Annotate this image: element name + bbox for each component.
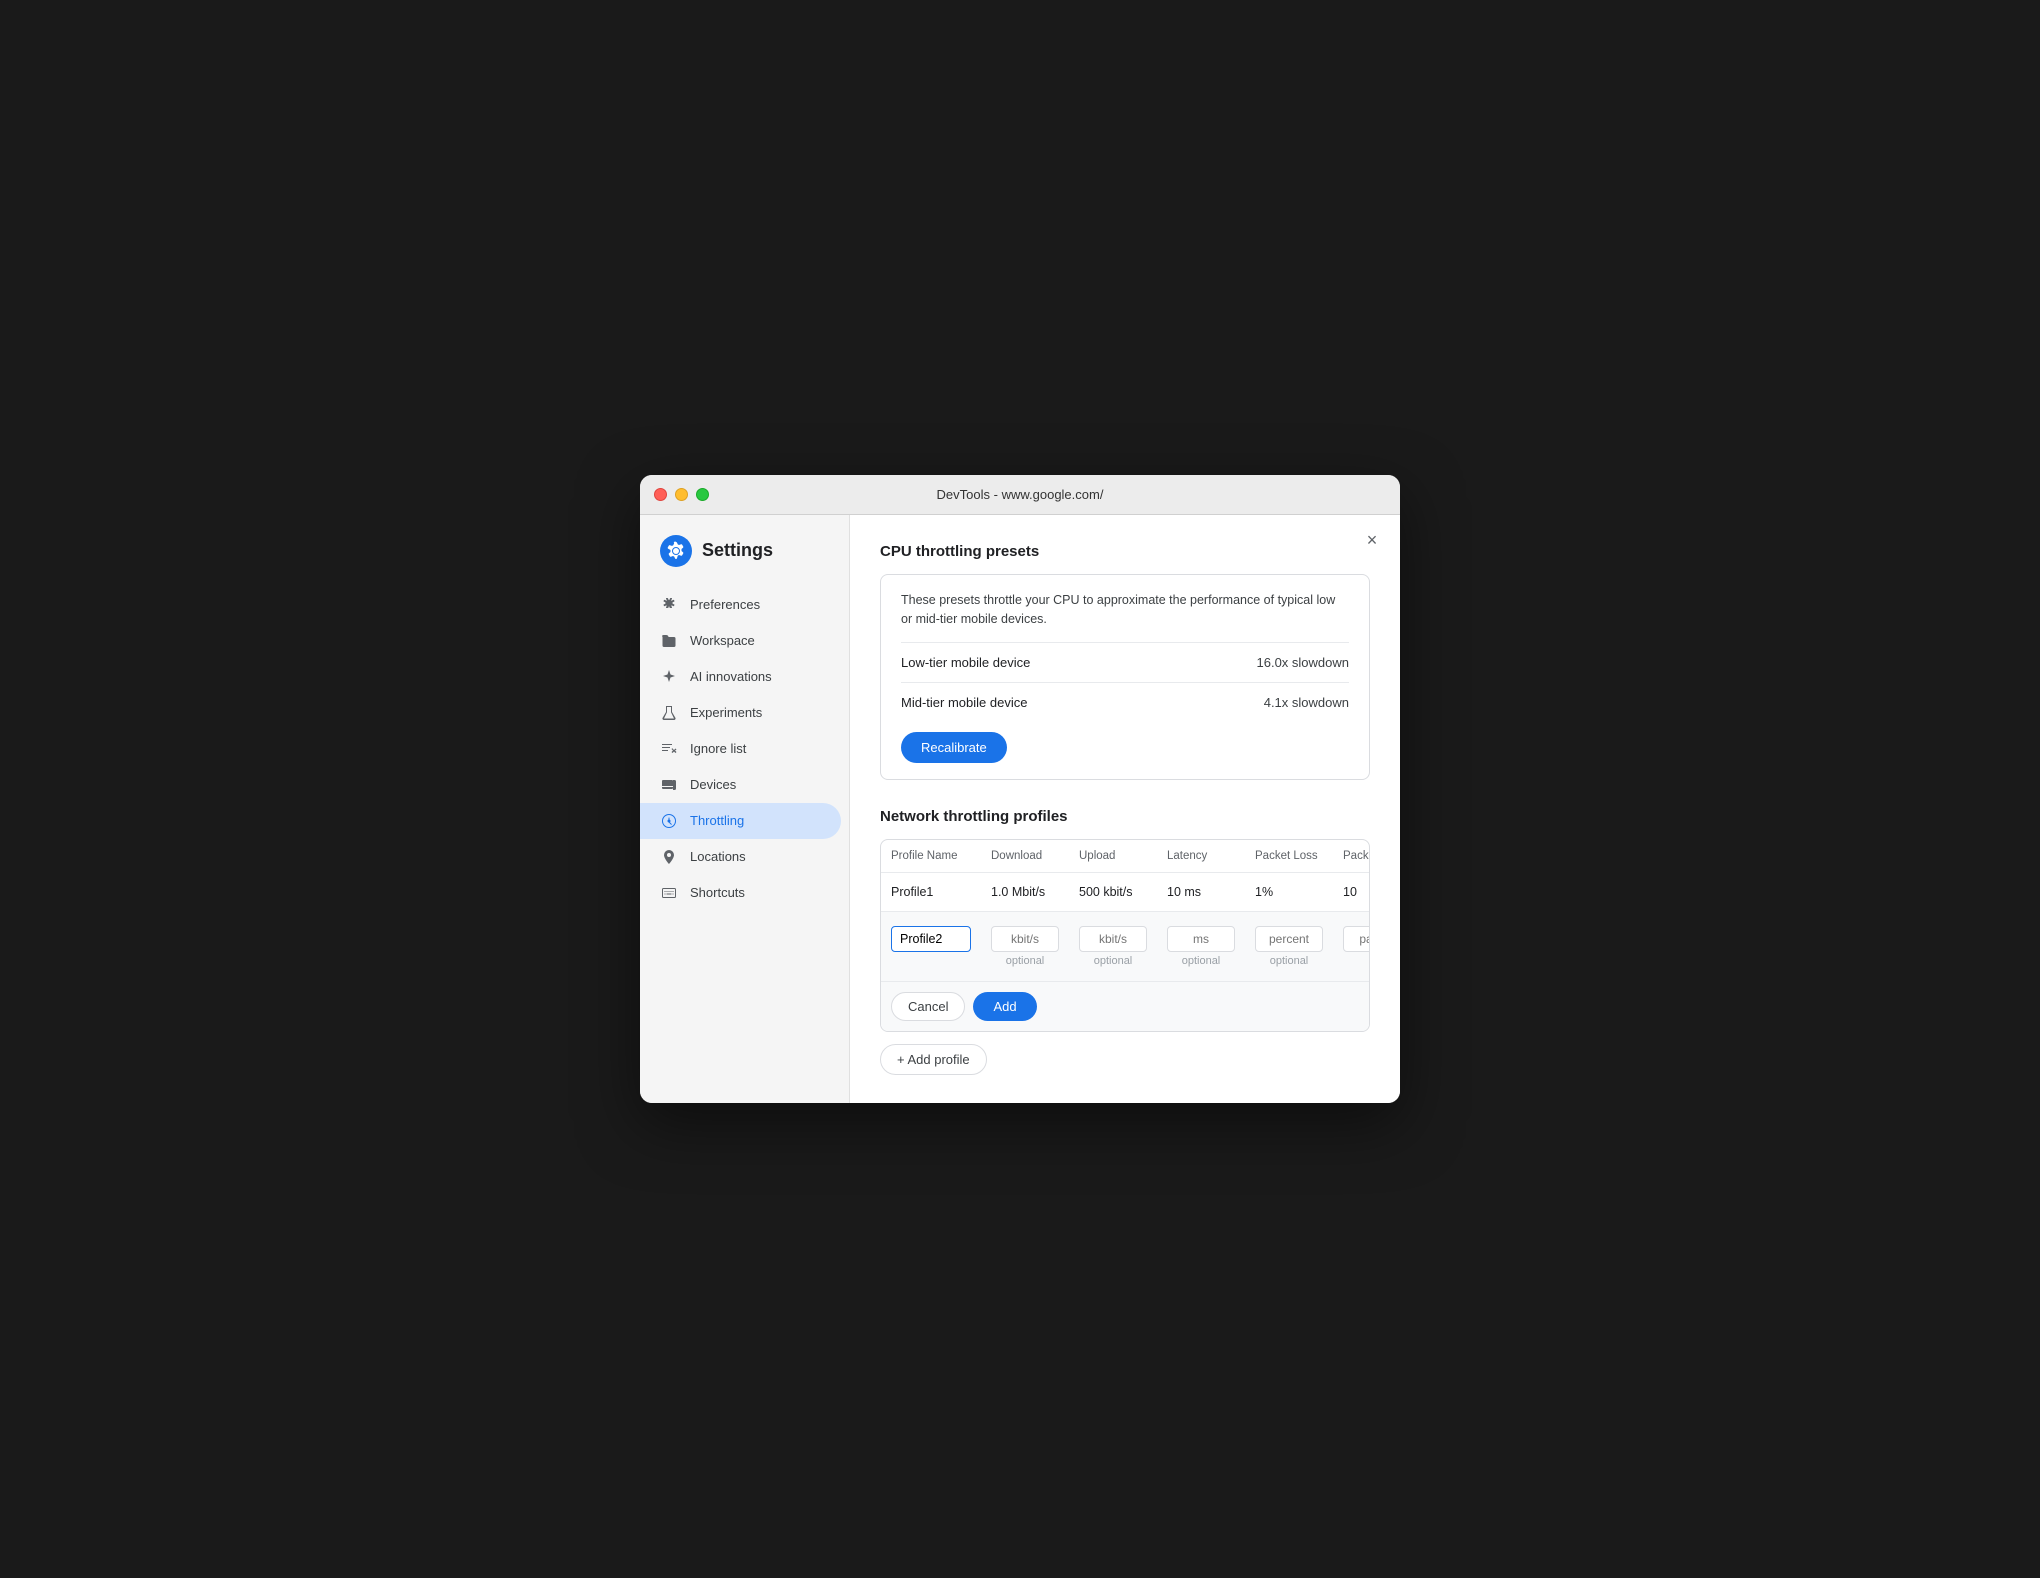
sidebar-item-workspace-label: Workspace (690, 633, 755, 648)
sidebar-item-devices-label: Devices (690, 777, 736, 792)
table-header-row: Profile Name Download Upload Latency Pac… (881, 840, 1370, 873)
folder-icon (660, 632, 678, 650)
gear-icon (660, 596, 678, 614)
sidebar-title: Settings (702, 540, 773, 561)
sidebar-item-experiments-label: Experiments (690, 705, 762, 720)
profile1-packet-queue: 10 (1333, 873, 1370, 912)
sidebar-item-ai-innovations[interactable]: AI innovations (640, 659, 841, 695)
mid-tier-value: 4.1x slowdown (1264, 695, 1349, 710)
main-layout: Settings Preferences (640, 515, 1400, 1104)
window-title: DevTools - www.google.com/ (937, 487, 1104, 502)
network-profiles-box: Profile Name Download Upload Latency Pac… (880, 839, 1370, 1032)
add-profile-button[interactable]: + Add profile (880, 1044, 987, 1075)
cancel-button[interactable]: Cancel (891, 992, 965, 1021)
sidebar-item-shortcuts-label: Shortcuts (690, 885, 745, 900)
sidebar-item-devices[interactable]: Devices (640, 767, 841, 803)
sidebar-item-preferences-label: Preferences (690, 597, 760, 612)
close-button[interactable]: × (1360, 529, 1384, 553)
queue-optional-label: optional (1343, 955, 1370, 967)
profile-upload-cell: optional (1069, 912, 1157, 982)
cpu-description: These presets throttle your CPU to appro… (901, 591, 1349, 629)
mid-tier-label: Mid-tier mobile device (901, 695, 1027, 710)
add-button[interactable]: Add (973, 992, 1036, 1021)
loss-optional-label: optional (1255, 955, 1323, 967)
upload-optional-label: optional (1079, 955, 1147, 967)
col-header-packet-loss: Packet Loss (1245, 840, 1333, 873)
sparkle-icon (660, 668, 678, 686)
devtools-window: DevTools - www.google.com/ Settings (640, 475, 1400, 1104)
low-tier-label: Low-tier mobile device (901, 655, 1030, 670)
profile-latency-cell: optional (1157, 912, 1245, 982)
flask-icon (660, 704, 678, 722)
sidebar: Settings Preferences (640, 515, 850, 1104)
edit-actions: Cancel Add (881, 981, 1369, 1031)
sidebar-item-preferences[interactable]: Preferences (640, 587, 841, 623)
close-traffic-light[interactable] (654, 488, 667, 501)
col-header-latency: Latency (1157, 840, 1245, 873)
network-throttling-section: Network throttling profiles Profile Name… (880, 808, 1370, 1075)
list-x-icon (660, 740, 678, 758)
profile-download-input[interactable] (991, 926, 1059, 952)
profile-upload-input[interactable] (1079, 926, 1147, 952)
sidebar-item-throttling-label: Throttling (690, 813, 744, 828)
sidebar-item-throttling[interactable]: Throttling (640, 803, 841, 839)
profile1-download: 1.0 Mbit/s (981, 873, 1069, 912)
profile-download-cell: optional (981, 912, 1069, 982)
profile-edit-row: optional optional optional (881, 912, 1370, 982)
low-tier-value: 16.0x slowdown (1257, 655, 1350, 670)
download-optional-label: optional (991, 955, 1059, 967)
profile-latency-input[interactable] (1167, 926, 1235, 952)
settings-icon (660, 535, 692, 567)
sidebar-item-workspace[interactable]: Workspace (640, 623, 841, 659)
mid-tier-preset-row: Mid-tier mobile device 4.1x slowdown (901, 682, 1349, 722)
profile1-latency: 10 ms (1157, 873, 1245, 912)
sidebar-item-ignore-list[interactable]: Ignore list (640, 731, 841, 767)
profile-packet-loss-input[interactable] (1255, 926, 1323, 952)
cpu-info-box: These presets throttle your CPU to appro… (880, 574, 1370, 781)
sidebar-item-ai-label: AI innovations (690, 669, 772, 684)
keyboard-icon (660, 884, 678, 902)
minimize-traffic-light[interactable] (675, 488, 688, 501)
profile-packet-queue-input[interactable] (1343, 926, 1370, 952)
close-icon: × (1367, 530, 1378, 551)
profile-table: Profile Name Download Upload Latency Pac… (881, 840, 1370, 981)
sidebar-item-experiments[interactable]: Experiments (640, 695, 841, 731)
throttle-icon (660, 812, 678, 830)
profile-name-cell (881, 912, 981, 982)
col-header-name: Profile Name (881, 840, 981, 873)
network-section-title: Network throttling profiles (880, 808, 1370, 825)
profile-packet-queue-cell: optional (1333, 912, 1370, 982)
profile-packet-loss-cell: optional (1245, 912, 1333, 982)
profile1-upload: 500 kbit/s (1069, 873, 1157, 912)
sidebar-header: Settings (640, 535, 849, 587)
profile1-name: Profile1 (881, 873, 981, 912)
pin-icon (660, 848, 678, 866)
col-header-packet-queue: Packet Queue Length (1333, 840, 1370, 873)
sidebar-item-locations[interactable]: Locations (640, 839, 841, 875)
low-tier-preset-row: Low-tier mobile device 16.0x slowdown (901, 642, 1349, 682)
titlebar: DevTools - www.google.com/ (640, 475, 1400, 515)
profile1-summary-row: Profile1 1.0 Mbit/s 500 kbit/s 10 ms 1% … (881, 873, 1370, 912)
traffic-lights (654, 488, 709, 501)
sidebar-item-ignore-label: Ignore list (690, 741, 746, 756)
maximize-traffic-light[interactable] (696, 488, 709, 501)
sidebar-item-locations-label: Locations (690, 849, 746, 864)
devices-icon (660, 776, 678, 794)
content-area: × CPU throttling presets These presets t… (850, 515, 1400, 1104)
cpu-throttling-section: CPU throttling presets These presets thr… (880, 543, 1370, 781)
sidebar-item-shortcuts[interactable]: Shortcuts (640, 875, 841, 911)
col-header-upload: Upload (1069, 840, 1157, 873)
cpu-section-title: CPU throttling presets (880, 543, 1370, 560)
recalibrate-button[interactable]: Recalibrate (901, 732, 1007, 763)
profile-name-input[interactable] (891, 926, 971, 952)
profile1-packet-loss: 1% (1245, 873, 1333, 912)
col-header-download: Download (981, 840, 1069, 873)
latency-optional-label: optional (1167, 955, 1235, 967)
